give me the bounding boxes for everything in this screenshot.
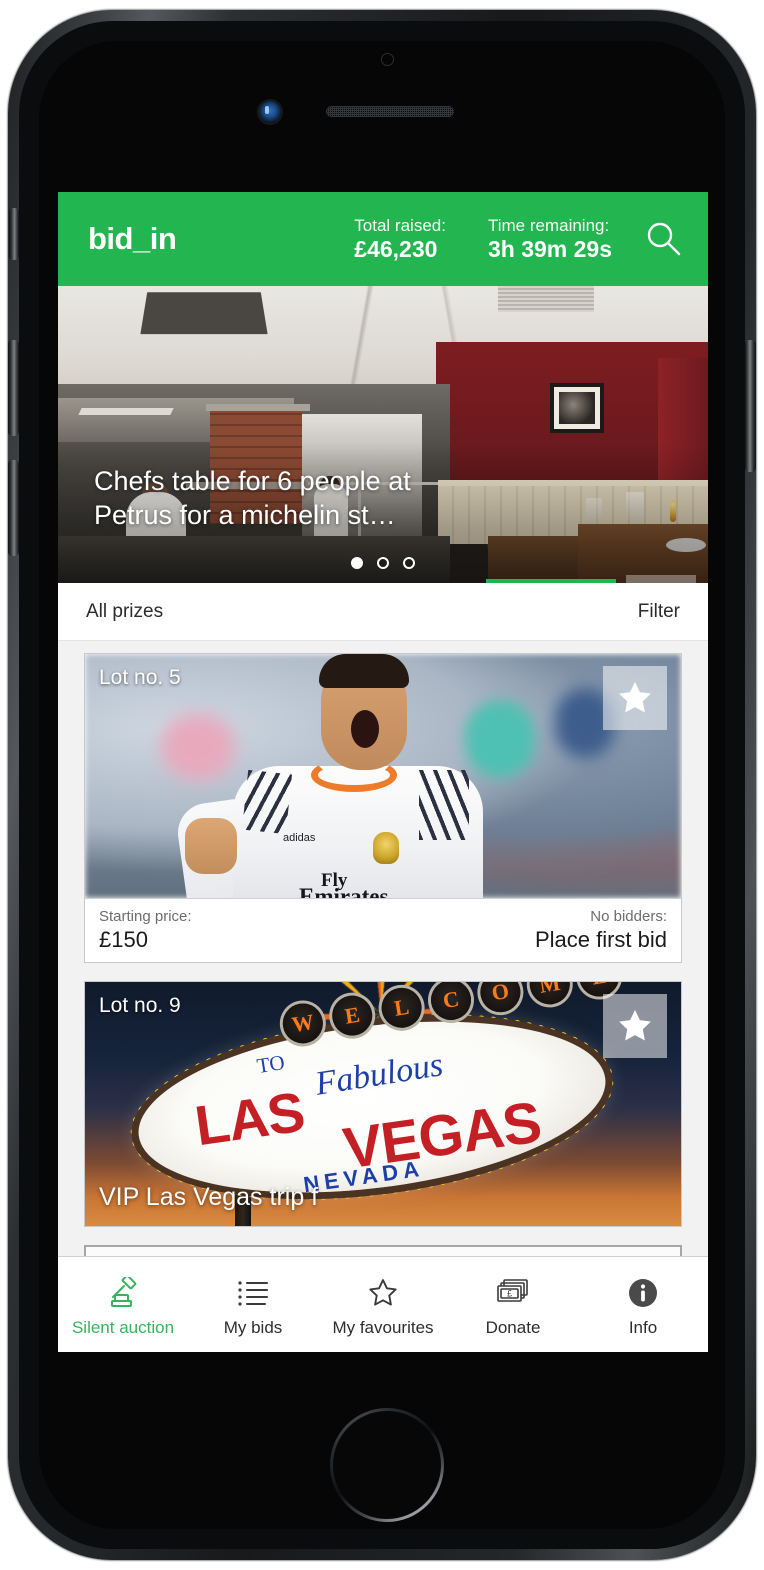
welcome-letter: L: [378, 984, 425, 1031]
volume-down-button[interactable]: [8, 460, 19, 556]
header-stats: Total raised: £46,230 Time remaining: 3h…: [354, 215, 612, 263]
carousel-dot-3[interactable]: [403, 557, 415, 569]
volume-up-button[interactable]: [8, 340, 19, 436]
stat-total-raised-value: £46,230: [354, 236, 438, 262]
jersey-sponsor-line2: Emirates: [299, 884, 389, 898]
hero-title: Chefs table for 6 people at Petrus for a…: [94, 466, 411, 530]
list-icon: [237, 1276, 269, 1310]
bid-now-button[interactable]: Bid Now: [486, 579, 616, 583]
lot-card[interactable]: adidas Fly Emirates Lot no. 5 Starting p…: [84, 653, 682, 963]
tab-info[interactable]: Info: [578, 1257, 708, 1352]
carousel-dot-1[interactable]: [351, 557, 363, 569]
search-button[interactable]: [642, 217, 686, 261]
tab-donate[interactable]: £ Donate: [448, 1257, 578, 1352]
app-screen: bid_in Total raised: £46,230 Time remain…: [58, 192, 708, 1352]
bottom-tab-bar: Silent auction My bids My favourites £ D…: [58, 1256, 708, 1352]
starting-price-label: Starting price:: [99, 908, 192, 925]
front-camera-icon: [259, 101, 281, 123]
wall-picture-frame: [550, 383, 604, 433]
star-icon: [619, 1009, 651, 1041]
filter-bar: All prizes Filter: [58, 583, 708, 641]
tab-label: Donate: [485, 1317, 541, 1337]
tab-silent-auction[interactable]: Silent auction: [58, 1257, 188, 1352]
jersey-brand: adidas: [283, 832, 316, 844]
lot-caption: VIP Las Vegas trip f: [99, 1183, 319, 1211]
lot-list: adidas Fly Emirates Lot no. 5 Starting p…: [58, 641, 708, 1227]
lot-favourite-button[interactable]: [603, 666, 667, 730]
tab-my-bids[interactable]: My bids: [188, 1257, 318, 1352]
club-crest-icon: [373, 832, 399, 864]
tab-my-favourites[interactable]: My favourites: [318, 1257, 448, 1352]
app-logo: bid_in: [88, 221, 177, 256]
tab-label: My favourites: [332, 1317, 434, 1337]
lot-image-footballer: adidas Fly Emirates Lot no. 5: [85, 654, 681, 898]
lot-number-label: Lot no. 5: [99, 666, 181, 689]
stat-total-raised-label: Total raised:: [354, 216, 446, 235]
lot-number-label: Lot no. 9: [99, 994, 181, 1017]
tab-label: My bids: [223, 1317, 283, 1337]
welcome-letter: E: [329, 992, 376, 1039]
welcome-letter: C: [428, 982, 474, 1023]
lot-image-las-vegas: W E L C O M E TO Fabulous LAS VEGAS NEVA…: [85, 982, 681, 1226]
lot-price-footer: Starting price: £150 No bidders: Place f…: [85, 898, 681, 962]
carousel-dots[interactable]: [58, 557, 708, 569]
banknote-icon: £: [496, 1276, 530, 1310]
app-header: bid_in Total raised: £46,230 Time remain…: [58, 192, 708, 286]
search-icon: [647, 222, 681, 256]
star-icon: [619, 681, 651, 713]
stat-time-remaining-value: 3h 39m 29s: [487, 236, 612, 262]
starting-price-value: £150: [99, 927, 148, 952]
lot-card[interactable]: W E L C O M E TO Fabulous LAS VEGAS NEVA…: [84, 981, 682, 1227]
tab-label: Silent auction: [71, 1317, 175, 1337]
stat-time-remaining: Time remaining: 3h 39m 29s: [488, 215, 612, 263]
lot-favourite-button[interactable]: [603, 994, 667, 1058]
svg-text:£: £: [507, 1288, 512, 1298]
info-icon: [627, 1276, 659, 1310]
stat-total-raised: Total raised: £46,230: [354, 215, 446, 263]
stat-time-remaining-label: Time remaining:: [487, 216, 610, 235]
filter-button[interactable]: Filter: [638, 601, 680, 623]
proximity-sensor-icon: [381, 53, 394, 66]
hero-carousel[interactable]: Chefs table for 6 people at Petrus for a…: [58, 286, 708, 583]
power-button[interactable]: [745, 340, 756, 472]
star-outline-icon: [366, 1276, 400, 1310]
home-button[interactable]: [330, 1408, 444, 1522]
earpiece-speaker-icon: [326, 106, 454, 117]
tab-label: Info: [628, 1317, 658, 1337]
mute-switch[interactable]: [9, 208, 19, 260]
hero-favourite-button[interactable]: [626, 575, 696, 583]
bidders-label: No bidders:: [590, 908, 667, 925]
gavel-icon: [106, 1276, 140, 1310]
carousel-dot-2[interactable]: [377, 557, 389, 569]
all-prizes-label[interactable]: All prizes: [86, 601, 163, 623]
place-first-bid-action[interactable]: Place first bid: [535, 926, 667, 953]
sign-text-to: TO: [255, 1049, 287, 1079]
welcome-letter: W: [279, 1000, 326, 1047]
